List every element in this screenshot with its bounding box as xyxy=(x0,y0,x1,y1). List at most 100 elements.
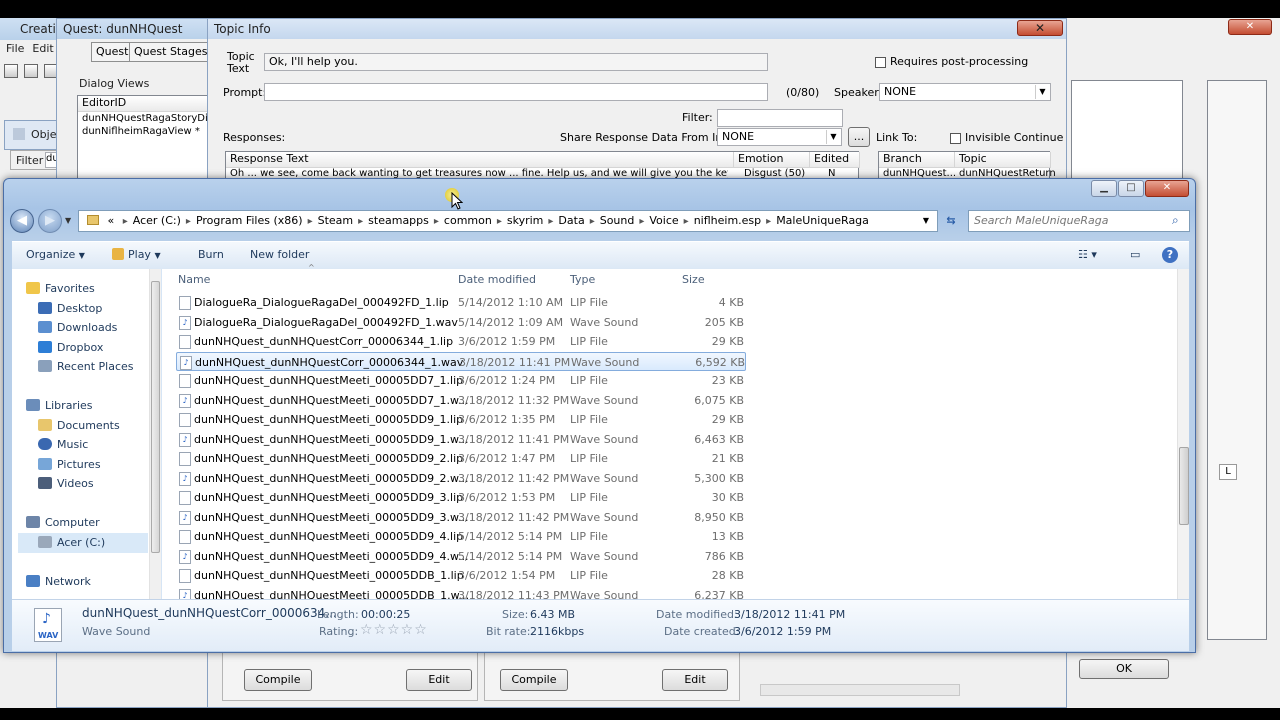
chevron-down-icon[interactable]: ▼ xyxy=(1035,85,1049,99)
menu-file[interactable]: File xyxy=(6,42,24,55)
file-row[interactable]: ♪ dunNHQuest_dunNHQuestCorr_00006344_1.wa… xyxy=(176,351,746,371)
breadcrumb-item[interactable]: Steam xyxy=(318,214,354,227)
nav-music[interactable]: Music xyxy=(38,435,88,455)
nav-desktop[interactable]: Desktop xyxy=(38,299,102,319)
address-bar[interactable]: « ▸ Acer (C:) ▸ Program Files (x86) ▸ Steam ▸ s… xyxy=(78,210,938,232)
file-row[interactable]: DialogueRa_DialogueRagaDel_000492FD_1.li… xyxy=(176,293,746,313)
refresh-icon[interactable]: ⇆ xyxy=(942,212,960,230)
breadcrumb-item[interactable]: niflheim.esp xyxy=(694,214,761,227)
nav-downloads[interactable]: Downloads xyxy=(38,318,117,338)
new-folder-button[interactable]: New folder xyxy=(250,248,309,261)
prompt-input[interactable] xyxy=(264,83,768,101)
file-row[interactable]: dunNHQuest_dunNHQuestMeeti_00005DD9_4.li… xyxy=(176,527,746,547)
nav-recent-places[interactable]: Recent Places xyxy=(38,357,134,377)
breadcrumb-separator-icon[interactable]: ▸ xyxy=(358,216,363,227)
nav-dropbox[interactable]: Dropbox xyxy=(38,338,103,358)
link-to-table[interactable]: Branch Topic dunNHQuest... dunNHQuestRet… xyxy=(878,151,1056,181)
file-row[interactable]: dunNHQuest_dunNHQuestMeeti_00005DD9_1.li… xyxy=(176,410,746,430)
breadcrumb-separator-icon[interactable]: ▸ xyxy=(497,216,502,227)
breadcrumb-item[interactable]: MaleUniqueRaga xyxy=(776,214,869,227)
date-modified-column-header[interactable]: Date modified xyxy=(458,273,536,286)
file-row[interactable]: dunNHQuest_dunNHQuestMeeti_00005DD9_3.li… xyxy=(176,488,746,508)
list-item[interactable]: dunNHQuestRagaStoryDialo xyxy=(78,112,214,125)
object-filter[interactable]: Filter du xyxy=(10,150,59,170)
breadcrumb-item[interactable]: Voice xyxy=(649,214,678,227)
file-row[interactable]: dunNHQuest_dunNHQuestMeeti_00005DD7_1.li… xyxy=(176,371,746,391)
nav-pane-scrollbar[interactable] xyxy=(149,269,161,599)
branch-column-header[interactable]: Branch xyxy=(879,152,955,168)
nav-pane-scrollbar-thumb[interactable] xyxy=(151,281,160,553)
share-response-select[interactable]: NONE ▼ xyxy=(717,128,842,146)
nav-pictures[interactable]: Pictures xyxy=(38,455,101,475)
file-row[interactable]: ♪ dunNHQuest_dunNHQuestMeeti_00005DD9_4.w… xyxy=(176,547,746,567)
breadcrumb-item[interactable]: skyrim xyxy=(507,214,544,227)
close-icon[interactable]: ✕ xyxy=(1145,180,1189,197)
file-row[interactable]: dunNHQuest_dunNHQuestMeeti_00005DD9_2.li… xyxy=(176,449,746,469)
search-icon[interactable]: ⌕ xyxy=(1172,213,1186,227)
breadcrumb-separator-icon[interactable]: ▸ xyxy=(123,216,128,227)
file-row[interactable]: dunNHQuest_dunNHQuestCorr_00006344_1.lip… xyxy=(176,332,746,352)
nav-documents[interactable]: Documents xyxy=(38,416,120,436)
breadcrumb-separator-icon[interactable]: ▸ xyxy=(186,216,191,227)
breadcrumb-separator-icon[interactable]: ▸ xyxy=(639,216,644,227)
recent-pages-icon[interactable]: ▼ xyxy=(65,216,71,225)
file-list-scrollbar-thumb[interactable] xyxy=(1179,447,1189,525)
ok-button[interactable]: OK xyxy=(1079,659,1169,679)
filter-input[interactable] xyxy=(717,109,843,127)
responses-table[interactable]: Response Text Emotion Edited Oh ... we s… xyxy=(225,151,860,181)
list-item[interactable]: dunNiflheimRagaView * xyxy=(78,125,214,138)
file-row[interactable]: ♪ dunNHQuest_dunNHQuestMeeti_00005DD7_1.w… xyxy=(176,391,746,411)
open-icon[interactable] xyxy=(4,64,18,78)
file-row[interactable]: ♪ dunNHQuest_dunNHQuestMeeti_00005DD9_1.w… xyxy=(176,430,746,450)
close-icon[interactable]: ✕ xyxy=(1017,20,1063,36)
breadcrumb-item[interactable]: Acer (C:) xyxy=(133,214,181,227)
breadcrumb-item[interactable]: Program Files (x86) xyxy=(196,214,303,227)
edit-button[interactable]: Edit xyxy=(406,669,472,691)
breadcrumb-item[interactable]: common xyxy=(444,214,492,227)
chevron-down-icon[interactable]: ▼ xyxy=(923,211,929,231)
play-button[interactable]: Play ▼ xyxy=(112,248,161,261)
invisible-continue-checkbox[interactable] xyxy=(950,132,961,144)
menu-edit[interactable]: Edit xyxy=(32,42,53,55)
nav-acer-drive[interactable]: Acer (C:) xyxy=(18,533,148,553)
breadcrumb-separator-icon[interactable]: ▸ xyxy=(766,216,771,227)
editorid-column-header[interactable]: EditorID xyxy=(78,96,214,112)
edited-column-header[interactable]: Edited xyxy=(810,152,860,168)
address-prefix[interactable]: « xyxy=(108,214,115,227)
type-column-header[interactable]: Type xyxy=(570,273,595,286)
topic-column-header[interactable]: Topic xyxy=(955,152,1051,168)
nav-computer[interactable]: Computer xyxy=(26,513,100,533)
file-row[interactable]: ♪ DialogueRa_DialogueRagaDel_000492FD_1.w… xyxy=(176,313,746,333)
compile-button[interactable]: Compile xyxy=(244,669,312,691)
view-options-icon[interactable]: ☷ ▾ xyxy=(1078,248,1097,261)
search-input[interactable]: Search MaleUniqueRaga xyxy=(968,210,1190,232)
breadcrumb-separator-icon[interactable]: ▸ xyxy=(308,216,313,227)
emotion-column-header[interactable]: Emotion xyxy=(734,152,810,168)
chevron-down-icon[interactable]: ▼ xyxy=(826,130,840,144)
breadcrumb-separator-icon[interactable]: ▸ xyxy=(590,216,595,227)
requires-post-processing-checkbox[interactable] xyxy=(875,56,886,68)
back-icon[interactable]: ◀ xyxy=(10,209,34,233)
file-list-scrollbar[interactable] xyxy=(1177,269,1189,599)
breadcrumb-separator-icon[interactable]: ▸ xyxy=(684,216,689,227)
minimize-icon[interactable]: ▁ xyxy=(1091,180,1117,197)
rating-stars[interactable]: ☆☆☆☆☆ xyxy=(360,622,428,638)
file-row[interactable]: dunNHQuest_dunNHQuestMeeti_00005DDB_1.li… xyxy=(176,566,746,586)
burn-button[interactable]: Burn xyxy=(198,248,224,261)
response-text-column-header[interactable]: Response Text xyxy=(226,152,734,168)
nav-videos[interactable]: Videos xyxy=(38,474,94,494)
topic-text-field[interactable]: Ok, I'll help you. xyxy=(264,53,768,71)
preview-pane-icon[interactable]: ▭ xyxy=(1130,248,1140,261)
organize-button[interactable]: Organize ▼ xyxy=(26,248,85,261)
breadcrumb-separator-icon[interactable]: ▸ xyxy=(434,216,439,227)
maximize-icon[interactable]: □ xyxy=(1118,180,1144,197)
browse-button[interactable]: ... xyxy=(848,127,870,147)
invisible-continue[interactable]: Invisible Continue xyxy=(950,131,1063,144)
edit-button[interactable]: Edit xyxy=(662,669,728,691)
file-row[interactable]: ♪ dunNHQuest_dunNHQuestMeeti_00005DD9_3.w… xyxy=(176,508,746,528)
nav-favorites[interactable]: Favorites xyxy=(26,279,95,299)
right-list-2[interactable] xyxy=(1207,80,1267,640)
forward-icon[interactable]: ▶ xyxy=(38,209,62,233)
tab-quest-stages[interactable]: Quest Stages xyxy=(129,42,213,62)
name-column-header[interactable]: Name xyxy=(178,273,210,286)
